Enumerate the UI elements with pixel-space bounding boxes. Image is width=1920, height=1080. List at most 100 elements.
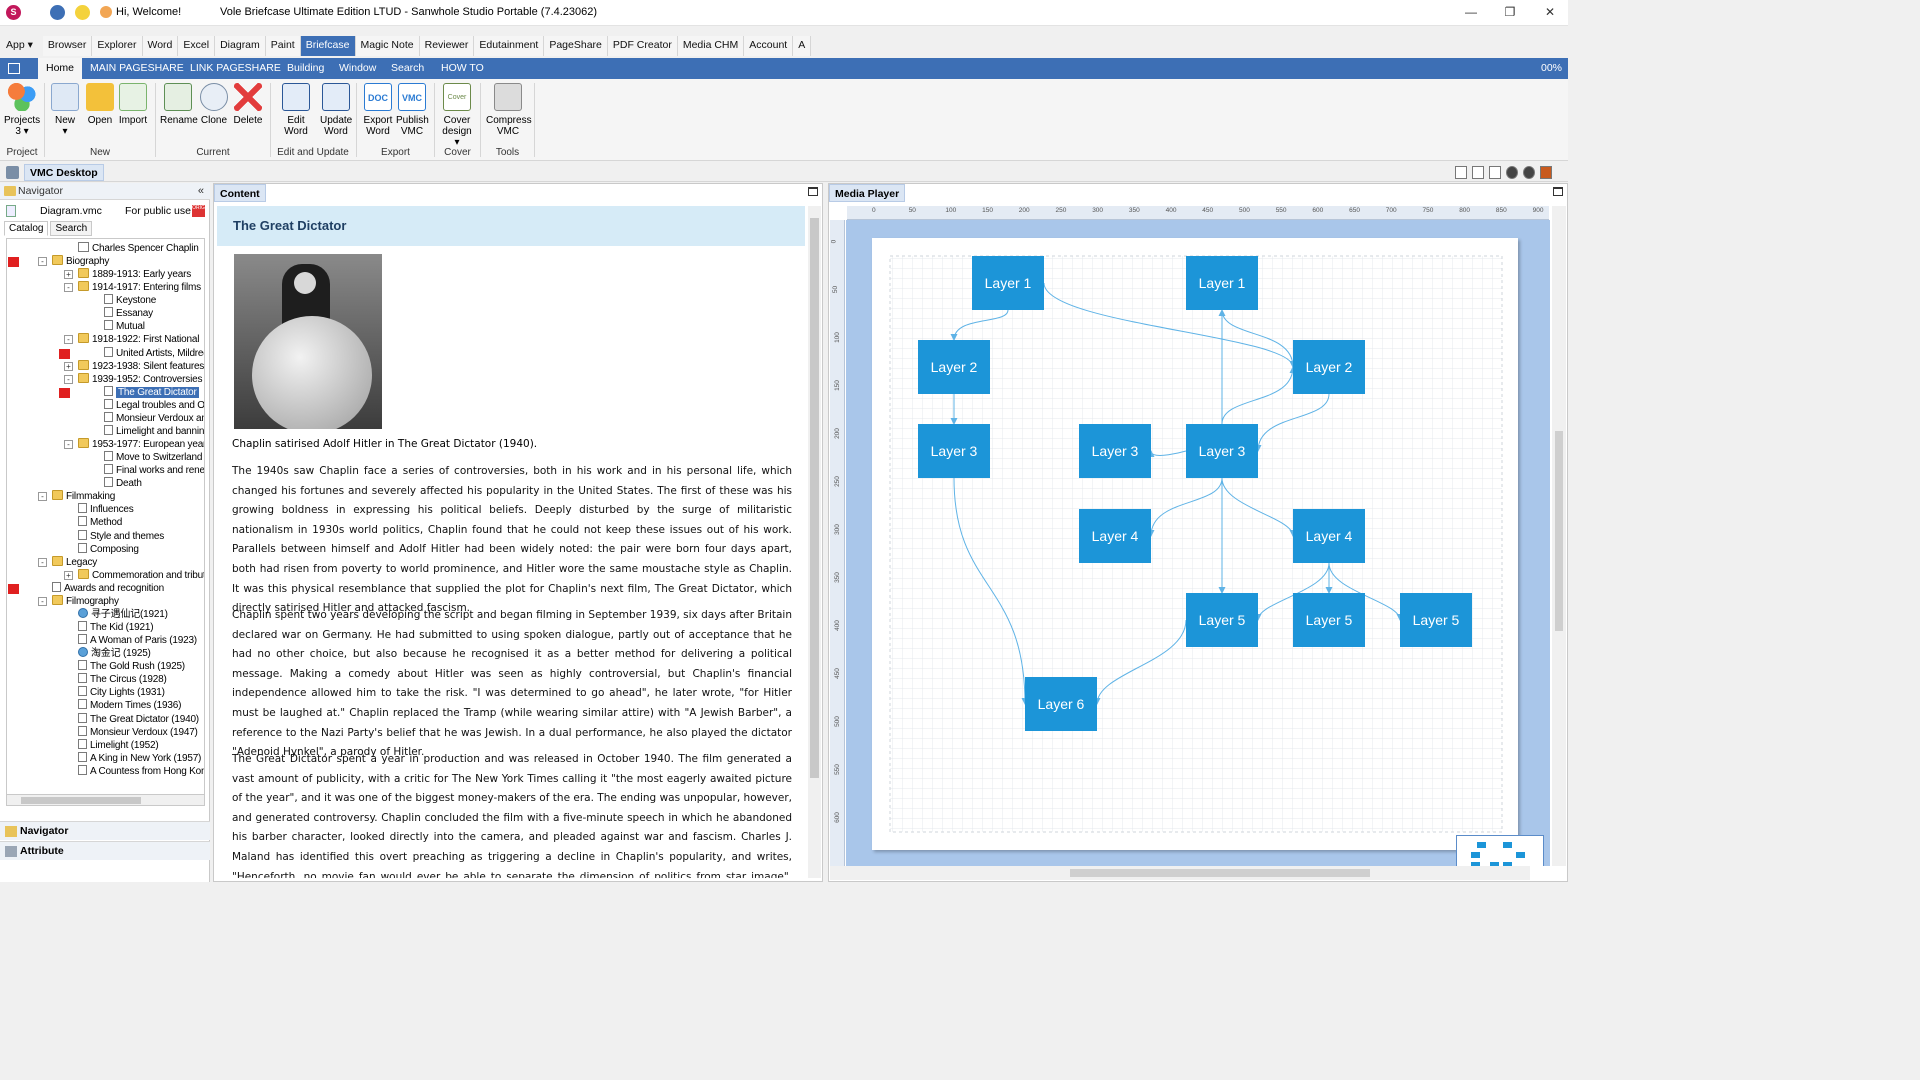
maximize-button[interactable]: ❐ — [1500, 4, 1520, 20]
page-icon[interactable] — [1455, 166, 1467, 179]
publish-vmc-button[interactable]: VMC Publish VMC — [396, 83, 429, 137]
tree-item[interactable]: Awards and recognition — [52, 581, 164, 595]
expand-icon[interactable]: + — [64, 361, 73, 371]
collapse-icon[interactable]: - — [64, 335, 73, 345]
app-tab-word[interactable]: Word — [142, 36, 179, 56]
diagram-minimap[interactable] — [1456, 835, 1544, 866]
app-tab-edutainment[interactable]: Edutainment — [474, 36, 545, 56]
open-button[interactable]: Open — [85, 83, 115, 126]
page-icon[interactable] — [1489, 166, 1501, 179]
app-tab-excel[interactable]: Excel — [178, 36, 216, 56]
tree-item[interactable]: 1939-1952: Controversies and f — [78, 372, 204, 386]
ribbon-tab-building[interactable]: Building — [279, 58, 332, 79]
tree-item[interactable]: 1914-1917: Entering films — [78, 281, 201, 294]
expand-icon[interactable]: + — [64, 570, 73, 580]
tree-item[interactable]: Limelight (1952) — [78, 738, 159, 752]
diagram-node[interactable]: Layer 1 — [972, 256, 1044, 310]
prev-icon[interactable] — [1506, 166, 1518, 179]
tree-item[interactable]: A King in New York (1957) — [78, 751, 201, 765]
ribbon-tab-link-pageshare[interactable]: LINK PAGESHARE — [182, 58, 289, 79]
tree-item[interactable]: Mutual — [104, 320, 145, 333]
new-button[interactable]: New ▾ — [50, 83, 80, 137]
diagram-sheet[interactable]: Layer 1 Layer 1 Layer 2 Layer 2 Layer 3 Layer… — [872, 238, 1518, 850]
tree-item[interactable]: 寻子遇仙记(1921) — [78, 607, 168, 621]
tree-item[interactable]: Modern Times (1936) — [78, 699, 181, 712]
tree-item[interactable]: The Great Dictator — [104, 385, 199, 399]
collapse-icon[interactable]: - — [38, 596, 47, 606]
ribbon-tab-search[interactable]: Search — [383, 58, 432, 79]
clone-button[interactable]: Clone — [199, 83, 229, 126]
tab-catalog[interactable]: Catalog — [4, 221, 49, 236]
attribute-bottom-tab[interactable]: Attribute — [0, 841, 210, 860]
tree-item[interactable]: 1953-1977: European years — [78, 438, 204, 451]
book-icon[interactable] — [1540, 166, 1552, 179]
app-tab-diagram[interactable]: Diagram — [215, 36, 266, 56]
tree-item[interactable]: Method — [78, 516, 122, 529]
app-tab-pdf-creator[interactable]: PDF Creator — [607, 36, 678, 56]
diagram-node[interactable]: Layer 5 — [1186, 593, 1258, 647]
app-tab-more[interactable]: A — [793, 36, 812, 56]
vmc-desktop-tab[interactable]: VMC Desktop — [24, 164, 104, 181]
app-tab-briefcase[interactable]: Briefcase — [300, 36, 356, 56]
media-player-tab[interactable]: Media Player — [829, 184, 906, 202]
maximize-panel-icon[interactable] — [808, 187, 818, 196]
diagram-node[interactable]: Layer 3 — [1079, 424, 1151, 478]
ribbon-tab-home[interactable]: Home — [38, 58, 83, 79]
cover-design-button[interactable]: Cover Cover design ▾ — [439, 83, 475, 148]
tree-item[interactable]: Legal troubles and Oona ( — [104, 398, 204, 412]
diagram-node[interactable]: Layer 4 — [1079, 509, 1151, 563]
page-icon[interactable] — [1472, 166, 1484, 179]
maximize-panel-icon[interactable] — [1553, 187, 1563, 196]
tree-item[interactable]: Essanay — [104, 307, 153, 320]
content-tab[interactable]: Content — [214, 184, 266, 202]
next-icon[interactable] — [1523, 166, 1535, 179]
collapse-icon[interactable]: « — [198, 183, 204, 200]
smiley-icon[interactable] — [75, 5, 90, 20]
tree-item[interactable]: Composing — [78, 542, 139, 556]
tree-item[interactable]: The Circus (1928) — [78, 673, 167, 686]
diagram-node[interactable]: Layer 3 — [918, 424, 990, 478]
document-row[interactable]: Diagram.vmc For public use ORIG — [0, 203, 210, 219]
tree-item[interactable]: The Gold Rush (1925) — [78, 660, 185, 673]
tree-item[interactable]: Filmography — [52, 594, 119, 608]
tree-item[interactable]: The Kid (1921) — [78, 621, 154, 634]
app-logo-icon[interactable]: S — [6, 5, 21, 20]
tree-item[interactable]: Monsieur Verdoux (1947) — [78, 725, 198, 739]
tree-item[interactable]: 1918-1922: First National — [78, 333, 199, 346]
tree-item[interactable]: Influences — [78, 503, 134, 516]
tree-item[interactable]: A Woman of Paris (1923) — [78, 634, 197, 647]
media-vertical-scrollbar[interactable] — [1552, 206, 1566, 866]
collapse-icon[interactable]: - — [38, 257, 47, 267]
collapse-icon[interactable]: - — [64, 440, 73, 450]
tree-item[interactable]: City Lights (1931) — [78, 686, 165, 699]
tree-item[interactable]: Filmmaking — [52, 490, 115, 503]
edit-word-button[interactable]: Edit Word — [275, 83, 317, 137]
projects-button[interactable]: Projects 3 ▾ — [4, 83, 40, 137]
tree-item[interactable]: 1923-1938: Silent features — [78, 359, 204, 373]
ribbon-tab-window[interactable]: Window — [331, 58, 384, 79]
minimize-button[interactable]: — — [1461, 4, 1481, 20]
collapse-icon[interactable]: - — [64, 283, 73, 293]
tree-item[interactable]: Move to Switzerland and — [104, 451, 204, 464]
tree-item[interactable]: United Artists, Mildred Ha — [104, 346, 204, 360]
scroll-thumb[interactable] — [21, 797, 141, 804]
collapse-icon[interactable]: - — [38, 557, 47, 567]
rename-button[interactable]: Rename — [160, 83, 198, 126]
ribbon-tab-how-to[interactable]: HOW TO — [433, 58, 492, 79]
tree-item[interactable]: Death — [104, 477, 142, 490]
media-horizontal-scrollbar[interactable] — [830, 866, 1530, 880]
diagram-node[interactable]: Layer 6 — [1025, 677, 1097, 731]
diagram-node[interactable]: Layer 5 — [1293, 593, 1365, 647]
expand-icon[interactable]: + — [64, 270, 73, 280]
app-tab-explorer[interactable]: Explorer — [92, 36, 143, 56]
menu-icon[interactable] — [8, 63, 20, 74]
tree-item[interactable]: 淘金记 (1925) — [78, 647, 151, 660]
diagram-node[interactable]: Layer 1 — [1186, 256, 1258, 310]
tree-horizontal-scrollbar[interactable] — [6, 794, 205, 806]
diagram-node[interactable]: Layer 2 — [918, 340, 990, 394]
compress-vmc-button[interactable]: Compress VMC — [486, 83, 532, 137]
export-word-button[interactable]: DOC Export Word — [362, 83, 394, 137]
tree-item[interactable]: Keystone — [104, 294, 156, 307]
app-tab-account[interactable]: Account — [744, 36, 794, 56]
tree-item[interactable]: Monsieur Verdoux and c — [104, 411, 204, 425]
